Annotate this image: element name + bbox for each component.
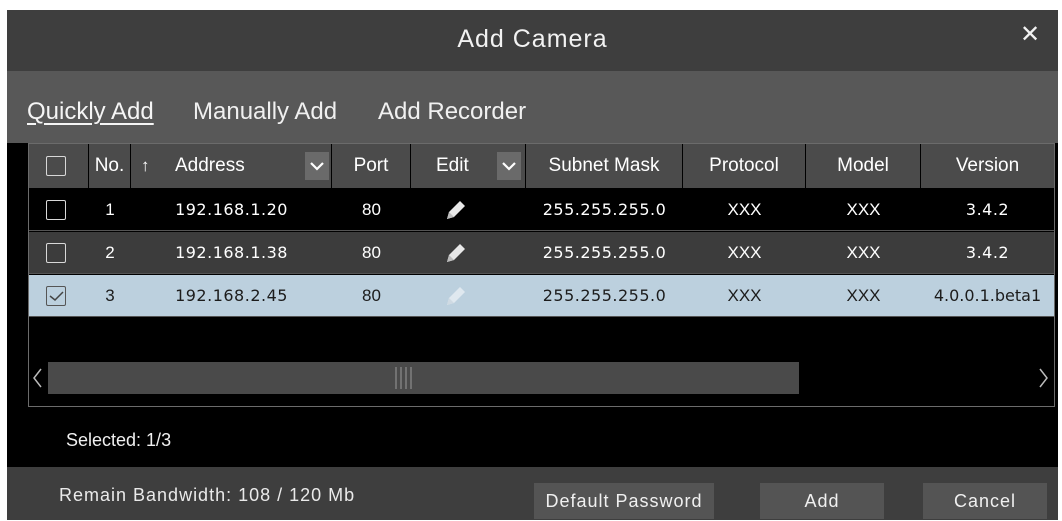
edit-pencil-icon[interactable] (411, 232, 501, 274)
close-icon[interactable]: ✕ (1015, 20, 1045, 50)
tab-manually-add[interactable]: Manually Add (193, 98, 337, 126)
header-port: Port (332, 144, 411, 188)
table-row[interactable]: 3 192.168.2.45 80 255.255.255.0 XXX XXX … (29, 275, 1054, 317)
row-no: 3 (105, 286, 115, 305)
row-address: 192.168.1.20 (175, 200, 288, 219)
row-port: 80 (362, 286, 381, 305)
scrollbar-thumb[interactable] (48, 362, 799, 394)
row-version: 3.4.2 (965, 200, 1010, 219)
header-model: Model (806, 144, 921, 188)
row-checkbox[interactable] (46, 243, 66, 263)
header-address-label: Address (175, 155, 245, 176)
row-protocol: XXX (727, 286, 762, 305)
row-version: 3.4.2 (965, 243, 1010, 262)
scroll-right-arrow-icon[interactable] (1035, 359, 1053, 397)
header-edit-label: Edit (436, 155, 469, 176)
dialog-title: Add Camera (457, 25, 608, 53)
row-address: 192.168.1.38 (175, 243, 288, 262)
row-subnet-mask: 255.255.255.0 (542, 286, 667, 305)
horizontal-scrollbar[interactable] (29, 359, 1054, 397)
table-row[interactable]: 1 192.168.1.20 80 255.255.255.0 XXX XXX … (29, 189, 1054, 231)
default-password-button[interactable]: Default Password (534, 483, 714, 519)
row-subnet-mask: 255.255.255.0 (542, 200, 667, 219)
row-model: XXX (846, 243, 881, 262)
row-port: 80 (362, 200, 381, 219)
camera-table: No. ↑ Address Port Edit Subnet Mask Prot… (28, 143, 1055, 407)
add-button[interactable]: Add (760, 483, 884, 519)
select-all-checkbox[interactable] (46, 156, 66, 176)
scroll-left-arrow-icon[interactable] (29, 359, 47, 397)
row-model: XXX (846, 200, 881, 219)
edit-pencil-icon[interactable] (411, 189, 501, 231)
remain-bandwidth: Remain Bandwidth: 108 / 120 Mb (59, 485, 356, 505)
row-no: 1 (105, 200, 115, 219)
row-address: 192.168.2.45 (175, 286, 288, 305)
selected-count: Selected: 1/3 (66, 430, 172, 450)
checkmark-icon (49, 291, 64, 302)
row-subnet-mask: 255.255.255.0 (542, 243, 667, 262)
chevron-down-icon (310, 162, 324, 171)
chevron-down-icon (502, 162, 516, 171)
footer-bar: Remain Bandwidth: 108 / 120 Mb Default P… (7, 467, 1058, 520)
header-address[interactable]: ↑ Address (131, 144, 332, 188)
edit-pencil-icon[interactable] (411, 275, 501, 317)
row-no: 2 (105, 243, 115, 262)
table-row[interactable]: 2 192.168.1.38 80 255.255.255.0 XXX XXX … (29, 232, 1054, 274)
row-model: XXX (846, 286, 881, 305)
title-bar: Add Camera ✕ (7, 10, 1058, 71)
header-edit[interactable]: Edit (411, 144, 526, 188)
header-select-all (29, 144, 89, 188)
header-protocol: Protocol (683, 144, 806, 188)
row-checkbox[interactable] (46, 200, 66, 220)
grip-icon (395, 367, 412, 389)
header-version: Version (921, 144, 1054, 188)
row-protocol: XXX (727, 243, 762, 262)
row-version: 4.0.0.1.beta1 (933, 286, 1042, 305)
tab-bar: Quickly Add Manually Add Add Recorder (7, 71, 1058, 143)
header-no: No. (89, 144, 131, 188)
row-checkbox[interactable] (46, 286, 66, 306)
row-protocol: XXX (727, 200, 762, 219)
tab-quickly-add[interactable]: Quickly Add (27, 98, 154, 126)
row-port: 80 (362, 243, 381, 262)
tab-add-recorder[interactable]: Add Recorder (378, 98, 526, 126)
header-subnet-mask: Subnet Mask (526, 144, 683, 188)
edit-filter-dropdown[interactable] (497, 152, 521, 180)
cancel-button[interactable]: Cancel (923, 483, 1047, 519)
add-camera-dialog: Add Camera ✕ Quickly Add Manually Add Ad… (7, 10, 1058, 520)
address-filter-dropdown[interactable] (305, 152, 329, 180)
sort-up-icon: ↑ (141, 156, 150, 175)
